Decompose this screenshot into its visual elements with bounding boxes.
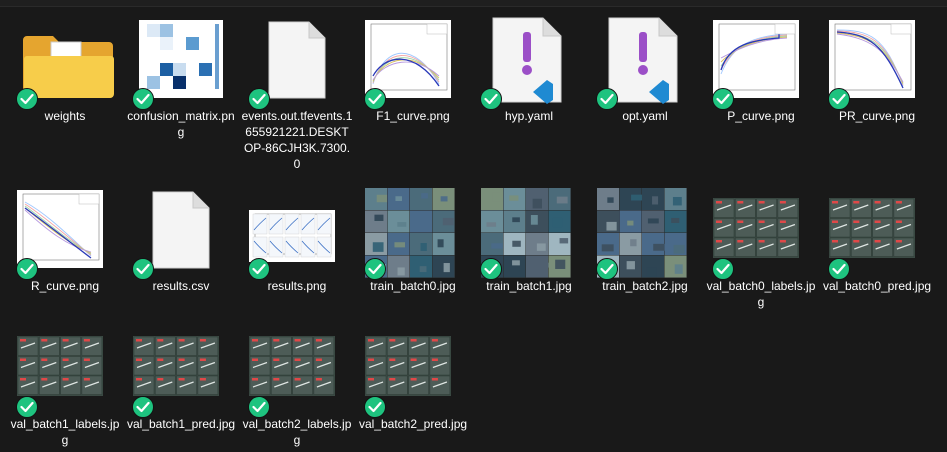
sync-check-icon bbox=[480, 258, 502, 280]
sync-check-icon bbox=[248, 396, 270, 418]
file-name-label: train_batch0.jpg bbox=[370, 279, 456, 293]
file-name-label: weights bbox=[44, 109, 86, 123]
file-item-val-batch2-pred-jpg[interactable]: val_batch2_pred.jpg bbox=[355, 322, 471, 432]
sync-check-icon bbox=[364, 396, 386, 418]
file-item-train-batch0-jpg[interactable]: train_batch0.jpg bbox=[355, 184, 471, 294]
sync-check-icon bbox=[712, 258, 734, 280]
file-item-val-batch1-pred-jpg[interactable]: val_batch1_pred.jpg bbox=[123, 322, 239, 432]
file-name-label: val_batch2_labels.jpg bbox=[242, 417, 352, 447]
file-item-results-png[interactable]: results.png bbox=[239, 184, 355, 294]
file-item-opt-yaml[interactable]: opt.yaml bbox=[587, 14, 703, 124]
file-name-label: hyp.yaml bbox=[504, 109, 554, 123]
file-name-label: opt.yaml bbox=[622, 109, 668, 123]
file-name-label: events.out.tfevents.1655921221.DESKTOP-8… bbox=[241, 109, 353, 171]
file-name-label: train_batch1.jpg bbox=[486, 279, 572, 293]
file-item-val-batch1-labels-jpg[interactable]: val_batch1_labels.jpg bbox=[7, 322, 123, 447]
file-name-label: R_curve.png bbox=[30, 279, 100, 293]
sync-check-icon bbox=[364, 258, 386, 280]
file-item-train-batch2-jpg[interactable]: train_batch2.jpg bbox=[587, 184, 703, 294]
file-name-label: train_batch2.jpg bbox=[602, 279, 688, 293]
file-item-hyp-yaml[interactable]: hyp.yaml bbox=[471, 14, 587, 124]
sync-check-icon bbox=[16, 258, 38, 280]
sync-check-icon bbox=[16, 396, 38, 418]
file-item-val-batch0-pred-jpg[interactable]: val_batch0_pred.jpg bbox=[819, 184, 935, 294]
sync-check-icon bbox=[132, 396, 154, 418]
sync-check-icon bbox=[16, 88, 38, 110]
sync-check-icon bbox=[596, 88, 618, 110]
sync-check-icon bbox=[364, 88, 386, 110]
file-name-label: PR_curve.png bbox=[838, 109, 916, 123]
file-item-confusion-matrix-png[interactable]: confusion_matrix.png bbox=[123, 14, 239, 139]
file-item-results-csv[interactable]: results.csv bbox=[123, 184, 239, 294]
file-grid: weights confusion_matrix.png events.out.tf… bbox=[0, 0, 947, 452]
sync-check-icon bbox=[132, 88, 154, 110]
file-item-pr-curve-png[interactable]: PR_curve.png bbox=[819, 14, 935, 124]
sync-check-icon bbox=[712, 88, 734, 110]
file-item-p-curve-png[interactable]: P_curve.png bbox=[703, 14, 819, 124]
sync-check-icon bbox=[248, 258, 270, 280]
sync-check-icon bbox=[828, 88, 850, 110]
file-name-label: P_curve.png bbox=[727, 109, 795, 123]
file-name-label: val_batch2_pred.jpg bbox=[358, 417, 468, 431]
file-name-label: results.png bbox=[267, 279, 327, 293]
sync-check-icon bbox=[596, 258, 618, 280]
sync-check-icon bbox=[248, 88, 270, 110]
file-item-weights[interactable]: weights bbox=[7, 14, 123, 124]
file-name-label: val_batch1_labels.jpg bbox=[10, 417, 120, 447]
file-item-r-curve-png[interactable]: R_curve.png bbox=[7, 184, 123, 294]
file-name-label: results.csv bbox=[152, 279, 210, 293]
sync-check-icon bbox=[828, 258, 850, 280]
file-name-label: F1_curve.png bbox=[376, 109, 450, 123]
file-item-val-batch0-labels-jpg[interactable]: val_batch0_labels.jpg bbox=[703, 184, 819, 309]
sync-check-icon bbox=[132, 258, 154, 280]
file-name-label: val_batch1_pred.jpg bbox=[126, 417, 236, 431]
file-name-label: val_batch0_labels.jpg bbox=[706, 279, 816, 309]
file-name-label: val_batch0_pred.jpg bbox=[822, 279, 932, 293]
file-item-events-out-tfevents-1655921221-desktop-86cjh3k-7300-0[interactable]: events.out.tfevents.1655921221.DESKTOP-8… bbox=[239, 14, 355, 171]
file-item-train-batch1-jpg[interactable]: train_batch1.jpg bbox=[471, 184, 587, 294]
sync-check-icon bbox=[480, 88, 502, 110]
file-item-f1-curve-png[interactable]: F1_curve.png bbox=[355, 14, 471, 124]
file-name-label: confusion_matrix.png bbox=[127, 109, 235, 139]
file-item-val-batch2-labels-jpg[interactable]: val_batch2_labels.jpg bbox=[239, 322, 355, 447]
